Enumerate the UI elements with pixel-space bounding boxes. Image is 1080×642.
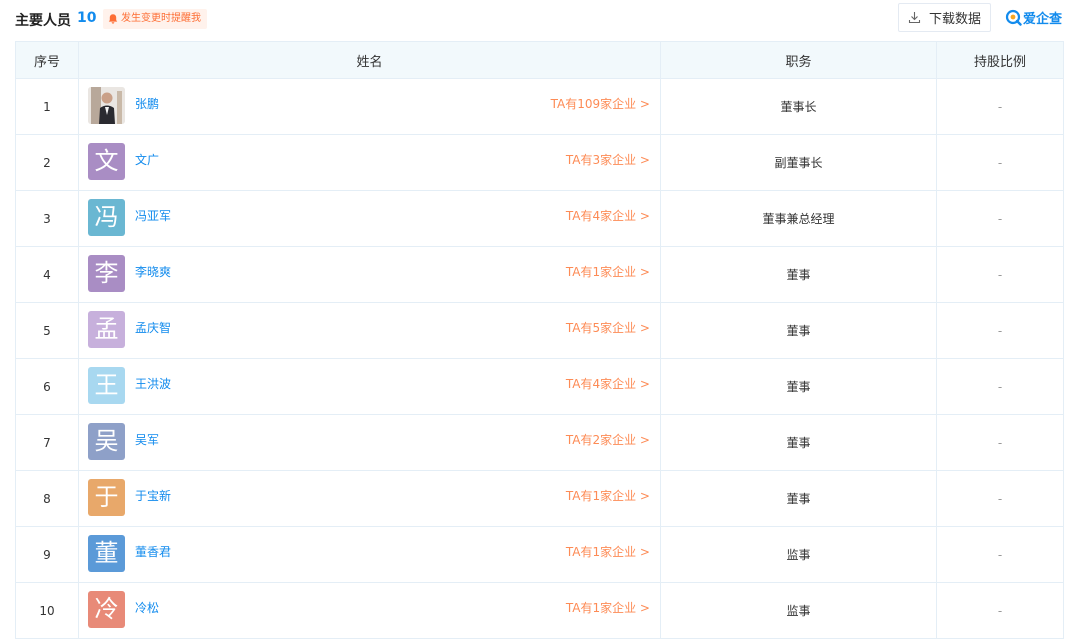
avatar[interactable]: 董 — [88, 535, 125, 572]
section-title: 主要人员 — [15, 13, 71, 29]
header-share: 持股比例 — [936, 41, 1064, 79]
person-cell: 文文广 TA有3家企业 > — [78, 134, 661, 191]
related-companies-link[interactable]: TA有4家企业 > — [566, 207, 650, 224]
related-companies-link[interactable]: TA有1家企业 > — [566, 263, 650, 280]
person-cell: 王王洪波 TA有4家企业 > — [78, 358, 661, 415]
bell-icon — [108, 14, 118, 24]
aiqicha-logo-text: 爱企查 — [1023, 11, 1063, 27]
related-companies-link[interactable]: TA有1家企业 > — [566, 487, 650, 504]
related-companies-link[interactable]: TA有1家企业 > — [566, 599, 650, 616]
share-ratio-cell: - — [936, 246, 1064, 303]
avatar[interactable]: 吴 — [88, 423, 125, 460]
download-data-label: 下载数据 — [928, 12, 981, 27]
aiqicha-logo-icon — [1005, 9, 1022, 26]
notify-change-button[interactable]: 发生变更时提醒我 — [103, 9, 207, 29]
row-index: 5 — [15, 302, 79, 359]
person-name-link[interactable]: 董香君 — [135, 543, 171, 560]
share-ratio-cell: - — [936, 302, 1064, 359]
people-count: 10 — [77, 10, 97, 26]
person-cell: 张鹏 TA有109家企业 > — [78, 78, 661, 135]
role-cell: 董事兼总经理 — [660, 190, 937, 247]
avatar[interactable]: 冯 — [88, 199, 125, 236]
header-role: 职务 — [660, 41, 937, 79]
row-index: 6 — [15, 358, 79, 415]
download-icon — [908, 12, 921, 24]
section-header: 主要人员 10 发生变更时提醒我 下载数据 爱企查 — [15, 0, 1065, 38]
person-name-link[interactable]: 于宝新 — [135, 487, 171, 504]
header-name: 姓名 — [78, 41, 661, 79]
avatar[interactable]: 于 — [88, 479, 125, 516]
role-cell: 董事 — [660, 246, 937, 303]
avatar[interactable]: 文 — [88, 143, 125, 180]
related-companies-link[interactable]: TA有109家企业 > — [551, 95, 650, 112]
related-companies-link[interactable]: TA有5家企业 > — [566, 319, 650, 336]
related-companies-link[interactable]: TA有4家企业 > — [566, 375, 650, 392]
share-ratio-cell: - — [936, 526, 1064, 583]
role-cell: 董事 — [660, 470, 937, 527]
share-ratio-cell: - — [936, 358, 1064, 415]
person-cell: 于于宝新 TA有1家企业 > — [78, 470, 661, 527]
table-row: 8 于于宝新 TA有1家企业 > 董事 - — [15, 470, 1064, 527]
person-name-link[interactable]: 冷松 — [135, 599, 159, 616]
share-ratio-cell: - — [936, 470, 1064, 527]
person-cell: 孟孟庆智 TA有5家企业 > — [78, 302, 661, 359]
table-row: 1 张鹏 TA有109家企业 > 董事长 - — [15, 78, 1064, 135]
share-ratio-cell: - — [936, 582, 1064, 639]
table-row: 3 冯冯亚军 TA有4家企业 > 董事兼总经理 - — [15, 190, 1064, 247]
row-index: 9 — [15, 526, 79, 583]
row-index: 3 — [15, 190, 79, 247]
person-photo-icon — [88, 87, 125, 124]
person-cell: 董董香君 TA有1家企业 > — [78, 526, 661, 583]
share-ratio-cell: - — [936, 134, 1064, 191]
row-index: 10 — [15, 582, 79, 639]
header-index: 序号 — [15, 41, 79, 79]
person-cell: 冷冷松 TA有1家企业 > — [78, 582, 661, 639]
person-cell: 李李晓爽 TA有1家企业 > — [78, 246, 661, 303]
avatar-photo[interactable] — [88, 87, 125, 124]
related-companies-link[interactable]: TA有3家企业 > — [566, 151, 650, 168]
person-cell: 吴吴军 TA有2家企业 > — [78, 414, 661, 471]
avatar[interactable]: 孟 — [88, 311, 125, 348]
notify-change-label: 发生变更时提醒我 — [121, 13, 201, 24]
role-cell: 董事 — [660, 358, 937, 415]
related-companies-link[interactable]: TA有1家企业 > — [566, 543, 650, 560]
table-row: 4 李李晓爽 TA有1家企业 > 董事 - — [15, 246, 1064, 303]
row-index: 8 — [15, 470, 79, 527]
row-index: 7 — [15, 414, 79, 471]
avatar[interactable]: 李 — [88, 255, 125, 292]
table-row: 9 董董香君 TA有1家企业 > 监事 - — [15, 526, 1064, 583]
table-row: 5 孟孟庆智 TA有5家企业 > 董事 - — [15, 302, 1064, 359]
share-ratio-cell: - — [936, 190, 1064, 247]
person-name-link[interactable]: 李晓爽 — [135, 263, 171, 280]
role-cell: 董事长 — [660, 78, 937, 135]
role-cell: 副董事长 — [660, 134, 937, 191]
share-ratio-cell: - — [936, 414, 1064, 471]
person-name-link[interactable]: 冯亚军 — [135, 207, 171, 224]
avatar[interactable]: 冷 — [88, 591, 125, 628]
person-cell: 冯冯亚军 TA有4家企业 > — [78, 190, 661, 247]
role-cell: 董事 — [660, 302, 937, 359]
person-name-link[interactable]: 吴军 — [135, 431, 159, 448]
table-header-row: 序号 姓名 职务 持股比例 — [15, 41, 1064, 79]
role-cell: 监事 — [660, 582, 937, 639]
table-row: 7 吴吴军 TA有2家企业 > 董事 - — [15, 414, 1064, 471]
avatar[interactable]: 王 — [88, 367, 125, 404]
key-personnel-table: 序号 姓名 职务 持股比例 1 张鹏 TA有109家企业 > 董事长 -2 文文广 TA有3… — [15, 41, 1064, 639]
share-ratio-cell: - — [936, 78, 1064, 135]
aiqicha-logo: 爱企查 — [1005, 7, 1062, 27]
row-index: 4 — [15, 246, 79, 303]
role-cell: 监事 — [660, 526, 937, 583]
person-name-link[interactable]: 孟庆智 — [135, 319, 171, 336]
row-index: 1 — [15, 78, 79, 135]
related-companies-link[interactable]: TA有2家企业 > — [566, 431, 650, 448]
person-name-link[interactable]: 王洪波 — [135, 375, 171, 392]
row-index: 2 — [15, 134, 79, 191]
table-row: 10 冷冷松 TA有1家企业 > 监事 - — [15, 582, 1064, 639]
table-row: 2 文文广 TA有3家企业 > 副董事长 - — [15, 134, 1064, 191]
person-name-link[interactable]: 文广 — [135, 151, 159, 168]
table-row: 6 王王洪波 TA有4家企业 > 董事 - — [15, 358, 1064, 415]
download-data-button[interactable]: 下载数据 — [898, 3, 991, 32]
role-cell: 董事 — [660, 414, 937, 471]
person-name-link[interactable]: 张鹏 — [135, 95, 159, 112]
